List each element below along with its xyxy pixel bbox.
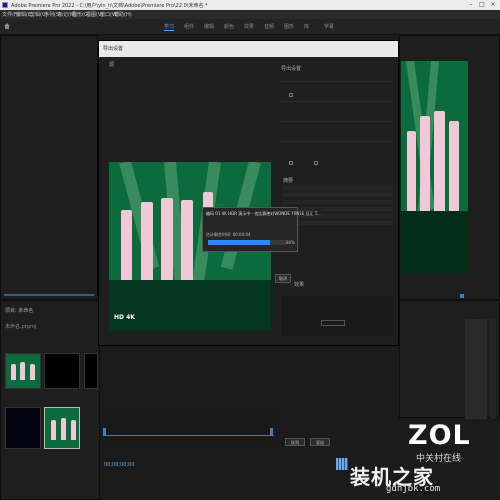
effects-tab[interactable]: 效果 [294,281,304,288]
encoding-title: 编码 01 4K HDR 演示中 - 也比赛绝对WONDE 70N1E 日汇 T… [206,211,321,216]
export-button[interactable]: 导出 [310,438,330,446]
export-video-checkbox[interactable] [289,161,293,165]
cancel-button[interactable]: 取消 [275,274,291,283]
timeline-timecode: 00;00;00;00 [104,462,135,468]
time-remaining-label: 估计剩余时间: 00:00:04 [206,232,251,237]
tab-assembly[interactable]: 组件 [184,23,194,30]
dark-thumbnail[interactable] [5,407,41,449]
source-tab[interactable]: 源 [109,61,114,68]
export-settings-dialog: 导出设置 源 HD 4K 导出设置 摘要 效果 取消 [98,40,399,346]
workspace-bar: 学习 组件 编辑 颜色 效果 音频 图形 库 字幕 [0,19,500,35]
window-title: Adobe Premiere Pro 2022 - C:\用户\yin_h\文档… [11,3,208,9]
tab-color[interactable]: 颜色 [224,23,234,30]
effects-settings [281,296,393,336]
video-resolution-overlay: HD 4K [114,314,135,321]
menu-bar: 文件(F) 编辑(E) 剪辑(C) 序列(S) 标记(M) 图形(G) 视图(V… [0,10,500,19]
project-panel: 项目: 未命名 未命名.prproj [0,300,100,500]
minimize-icon[interactable]: – [466,1,476,9]
tab-libraries[interactable]: 库 [304,23,309,30]
export-audio-checkbox[interactable] [314,161,318,165]
program-monitor-panel [399,35,500,300]
premiere-app-icon [2,2,8,8]
audio-meter [490,319,496,419]
thumbnail-partial[interactable] [84,353,98,389]
close-icon[interactable]: × [488,1,498,9]
source-scrubber[interactable] [4,294,94,296]
summary-text-block [283,186,393,226]
tab-captions[interactable]: 字幕 [324,23,334,30]
program-playhead[interactable] [460,294,464,298]
tab-audio[interactable]: 音频 [264,23,274,30]
audio-meter-icon [336,458,348,470]
window-title-bar: Adobe Premiere Pro 2022 - C:\用户\yin_h\文档… [0,0,500,10]
timeline-panel [399,300,500,419]
encoding-progress-dialog: 编码 01 4K HDR 演示中 - 也比赛绝对WONDE 70N1E 日汇 T… [202,207,321,252]
source-monitor-panel [0,35,98,300]
zol-logo: ZOL [408,420,471,451]
project-file-name: 未命名.prproj [5,324,37,330]
encoding-percent: 80% [286,240,295,245]
selected-thumbnail[interactable] [44,407,80,449]
project-panel-title: 项目: 未命名 [5,308,34,314]
zol-watermark: ZOL 中关村在线 装机之家 gdhjbk.com [350,418,500,500]
tab-editing[interactable]: 编辑 [204,23,214,30]
summary-heading: 摘要 [283,178,294,184]
export-source-range [100,410,280,445]
encoding-progress-bar [208,240,286,245]
maximize-icon[interactable]: □ [477,1,487,9]
encoding-progress-fill [208,240,271,245]
program-video-frame [401,61,468,274]
clip-thumbnail[interactable] [5,353,41,389]
timeline-track-area [465,319,487,419]
tab-learn[interactable]: 学习 [164,23,175,31]
queue-button[interactable]: 队列 [285,438,305,446]
export-settings-heading: 导出设置 [281,66,302,72]
effects-field[interactable] [321,320,345,326]
home-icon[interactable] [4,23,10,29]
in-point-handle[interactable] [103,428,106,436]
tab-graphics[interactable]: 图形 [284,23,294,30]
dialog-title-bar: 导出设置 [99,41,398,57]
site-url-watermark: gdhjbk.com [386,484,441,494]
menu-help[interactable]: 帮助(H) [114,11,132,18]
tab-effects[interactable]: 效果 [244,23,254,30]
sequence-thumbnail[interactable] [44,353,80,389]
dialog-title: 导出设置 [103,46,124,52]
out-point-handle[interactable] [270,428,273,436]
match-sequence-checkbox[interactable] [289,93,293,97]
